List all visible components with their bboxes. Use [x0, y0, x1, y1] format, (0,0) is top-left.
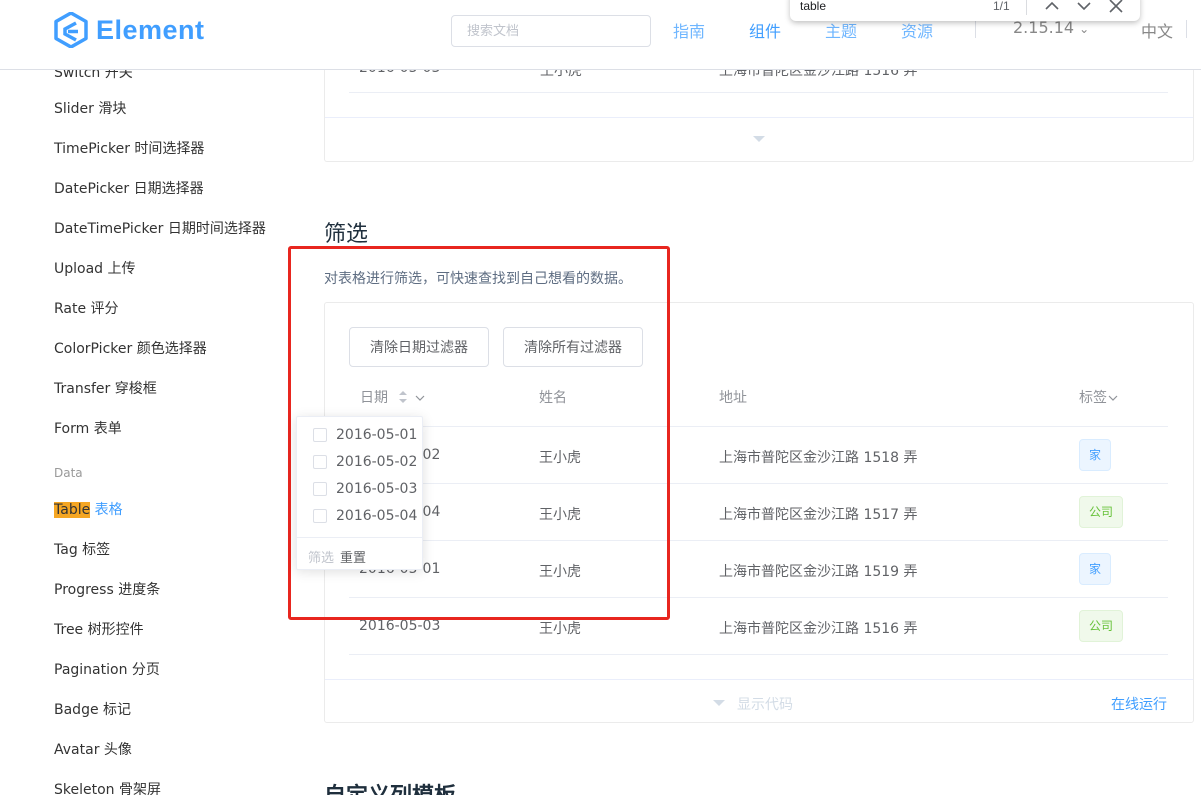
row-divider	[349, 483, 1168, 484]
chevron-up-icon	[1045, 1, 1059, 10]
sidebar-item-tree[interactable]: Tree 树形控件	[54, 619, 144, 639]
logo-text: Element	[96, 14, 205, 45]
caret-down-icon	[713, 700, 725, 706]
status-tag-home: 家	[1079, 439, 1112, 471]
sort-icon[interactable]	[398, 390, 408, 404]
status-tag-home: 家	[1079, 553, 1112, 585]
nav-theme[interactable]: 主题	[825, 18, 857, 42]
cell-address: 上海市普陀区金沙江路 1517 弄	[719, 507, 918, 523]
filter-option-label: 2016-05-02	[336, 454, 418, 470]
section-description: 对表格进行筛选，可快速查找到自己想看的数据。	[324, 271, 632, 287]
sidebar-item-timepicker[interactable]: TimePicker 时间选择器	[54, 138, 204, 158]
status-tag-work: 公司	[1079, 610, 1124, 642]
row-divider	[349, 540, 1168, 541]
nav-component[interactable]: 组件	[749, 18, 781, 42]
filter-option[interactable]: 2016-05-04	[313, 508, 417, 524]
checkbox[interactable]	[313, 455, 327, 469]
card-divider	[325, 117, 1193, 118]
filter-option[interactable]: 2016-05-01	[313, 427, 417, 443]
row-divider	[349, 654, 1168, 655]
cell-address: 上海市普陀区金沙江路 1518 弄	[719, 450, 918, 466]
sidebar-item-tag[interactable]: Tag 标签	[54, 539, 110, 559]
nav-divider-2	[1186, 20, 1187, 38]
logo[interactable]: Element	[54, 12, 205, 48]
find-prev-button[interactable]	[1041, 0, 1063, 16]
status-tag-work: 公司	[1079, 496, 1124, 528]
date-filter-dropdown: 2016-05-01 2016-05-02 2016-05-03 2016-05…	[296, 416, 423, 570]
clear-all-filters-button[interactable]: 清除所有过滤器	[503, 327, 643, 367]
filter-footer: 筛选 重置	[297, 537, 422, 570]
find-close-button[interactable]	[1105, 0, 1127, 16]
sidebar-item-avatar[interactable]: Avatar 头像	[54, 739, 132, 759]
sidebar-group-data: Data	[54, 466, 83, 480]
find-input[interactable]: table	[800, 0, 826, 13]
checkbox[interactable]	[313, 509, 327, 523]
cell-name: 王小虎	[539, 564, 581, 580]
filter-option[interactable]: 2016-05-02	[313, 454, 417, 470]
col-header-name: 姓名	[539, 390, 567, 406]
filter-option[interactable]: 2016-05-03	[313, 481, 417, 497]
sidebar-item-table-label: 表格	[90, 502, 123, 518]
col-header-date[interactable]: 日期	[360, 387, 425, 407]
browser-find-bar: table 1/1	[790, 0, 1140, 21]
find-next-button[interactable]	[1073, 0, 1095, 16]
sidebar-item-progress[interactable]: Progress 进度条	[54, 579, 160, 599]
sidebar-item-datepicker[interactable]: DatePicker 日期选择器	[54, 178, 204, 198]
language-select[interactable]: 中文	[1141, 18, 1173, 42]
clear-date-filter-button[interactable]: 清除日期过滤器	[349, 327, 489, 367]
find-match-count: 1/1	[993, 0, 1010, 13]
cell-date: 2016-05-03	[359, 618, 441, 634]
filter-trigger-icon[interactable]	[415, 394, 425, 402]
chevron-down-icon: ⌄	[1079, 22, 1090, 36]
nav-resource[interactable]: 资源	[901, 18, 933, 42]
col-header-address: 地址	[719, 390, 747, 406]
filter-option-label: 2016-05-03	[336, 481, 418, 497]
cell-name: 王小虎	[539, 450, 581, 466]
show-code-button[interactable]: 显示代码	[713, 694, 793, 714]
find-highlight: Table	[54, 502, 91, 518]
close-icon	[1109, 0, 1123, 13]
sidebar-item-table[interactable]: Table 表格	[54, 499, 123, 519]
cell-name: 王小虎	[539, 507, 581, 523]
sidebar-item-form[interactable]: Form 表单	[54, 418, 122, 438]
nav-guide[interactable]: 指南	[673, 18, 705, 42]
card-footer-divider	[325, 679, 1193, 680]
sidebar-item-rate[interactable]: Rate 评分	[54, 298, 119, 318]
sidebar-item-slider[interactable]: Slider 滑块	[54, 98, 126, 118]
chevron-down-icon	[1077, 2, 1091, 11]
section-title: 筛选	[324, 222, 369, 247]
sidebar-item-pagination[interactable]: Pagination 分页	[54, 659, 160, 679]
filter-confirm-button[interactable]: 筛选	[308, 547, 334, 566]
cell-address: 上海市普陀区金沙江路 1516 弄	[719, 621, 918, 637]
next-section-title: 自定义列模板	[324, 778, 456, 795]
find-divider	[1026, 0, 1027, 15]
filter-trigger-icon[interactable]	[1108, 394, 1118, 402]
search-input[interactable]	[451, 15, 651, 47]
nav-divider	[975, 20, 976, 38]
caret-down-icon[interactable]	[753, 136, 765, 144]
checkbox[interactable]	[313, 428, 327, 442]
col-header-tag[interactable]: 标签	[1079, 387, 1118, 407]
sidebar-item-datetimepicker[interactable]: DateTimePicker 日期时间选择器	[54, 218, 266, 238]
cell-name: 王小虎	[539, 621, 581, 637]
element-logo-icon	[54, 12, 88, 48]
sidebar-item-colorpicker[interactable]: ColorPicker 颜色选择器	[54, 338, 207, 358]
sidebar-item-transfer[interactable]: Transfer 穿梭框	[54, 378, 157, 398]
row-divider	[349, 597, 1168, 598]
row-divider	[349, 92, 1168, 93]
filter-option-label: 2016-05-01	[336, 427, 418, 443]
filter-option-label: 2016-05-04	[336, 508, 418, 524]
filter-reset-button[interactable]: 重置	[340, 547, 366, 566]
sidebar-item-skeleton[interactable]: Skeleton 骨架屏	[54, 779, 161, 795]
sidebar-item-badge[interactable]: Badge 标记	[54, 699, 131, 719]
cell-address: 上海市普陀区金沙江路 1519 弄	[719, 564, 918, 580]
col-header-date-label: 日期	[360, 390, 388, 406]
sidebar: Switch 开关 Slider 滑块 TimePicker 时间选择器 Dat…	[0, 65, 300, 795]
checkbox[interactable]	[313, 482, 327, 496]
header-divider	[349, 426, 1168, 427]
run-online-link[interactable]: 在线运行	[1111, 694, 1167, 714]
col-header-tag-label: 标签	[1079, 390, 1107, 406]
show-code-label: 显示代码	[737, 697, 793, 713]
sidebar-item-upload[interactable]: Upload 上传	[54, 258, 136, 278]
